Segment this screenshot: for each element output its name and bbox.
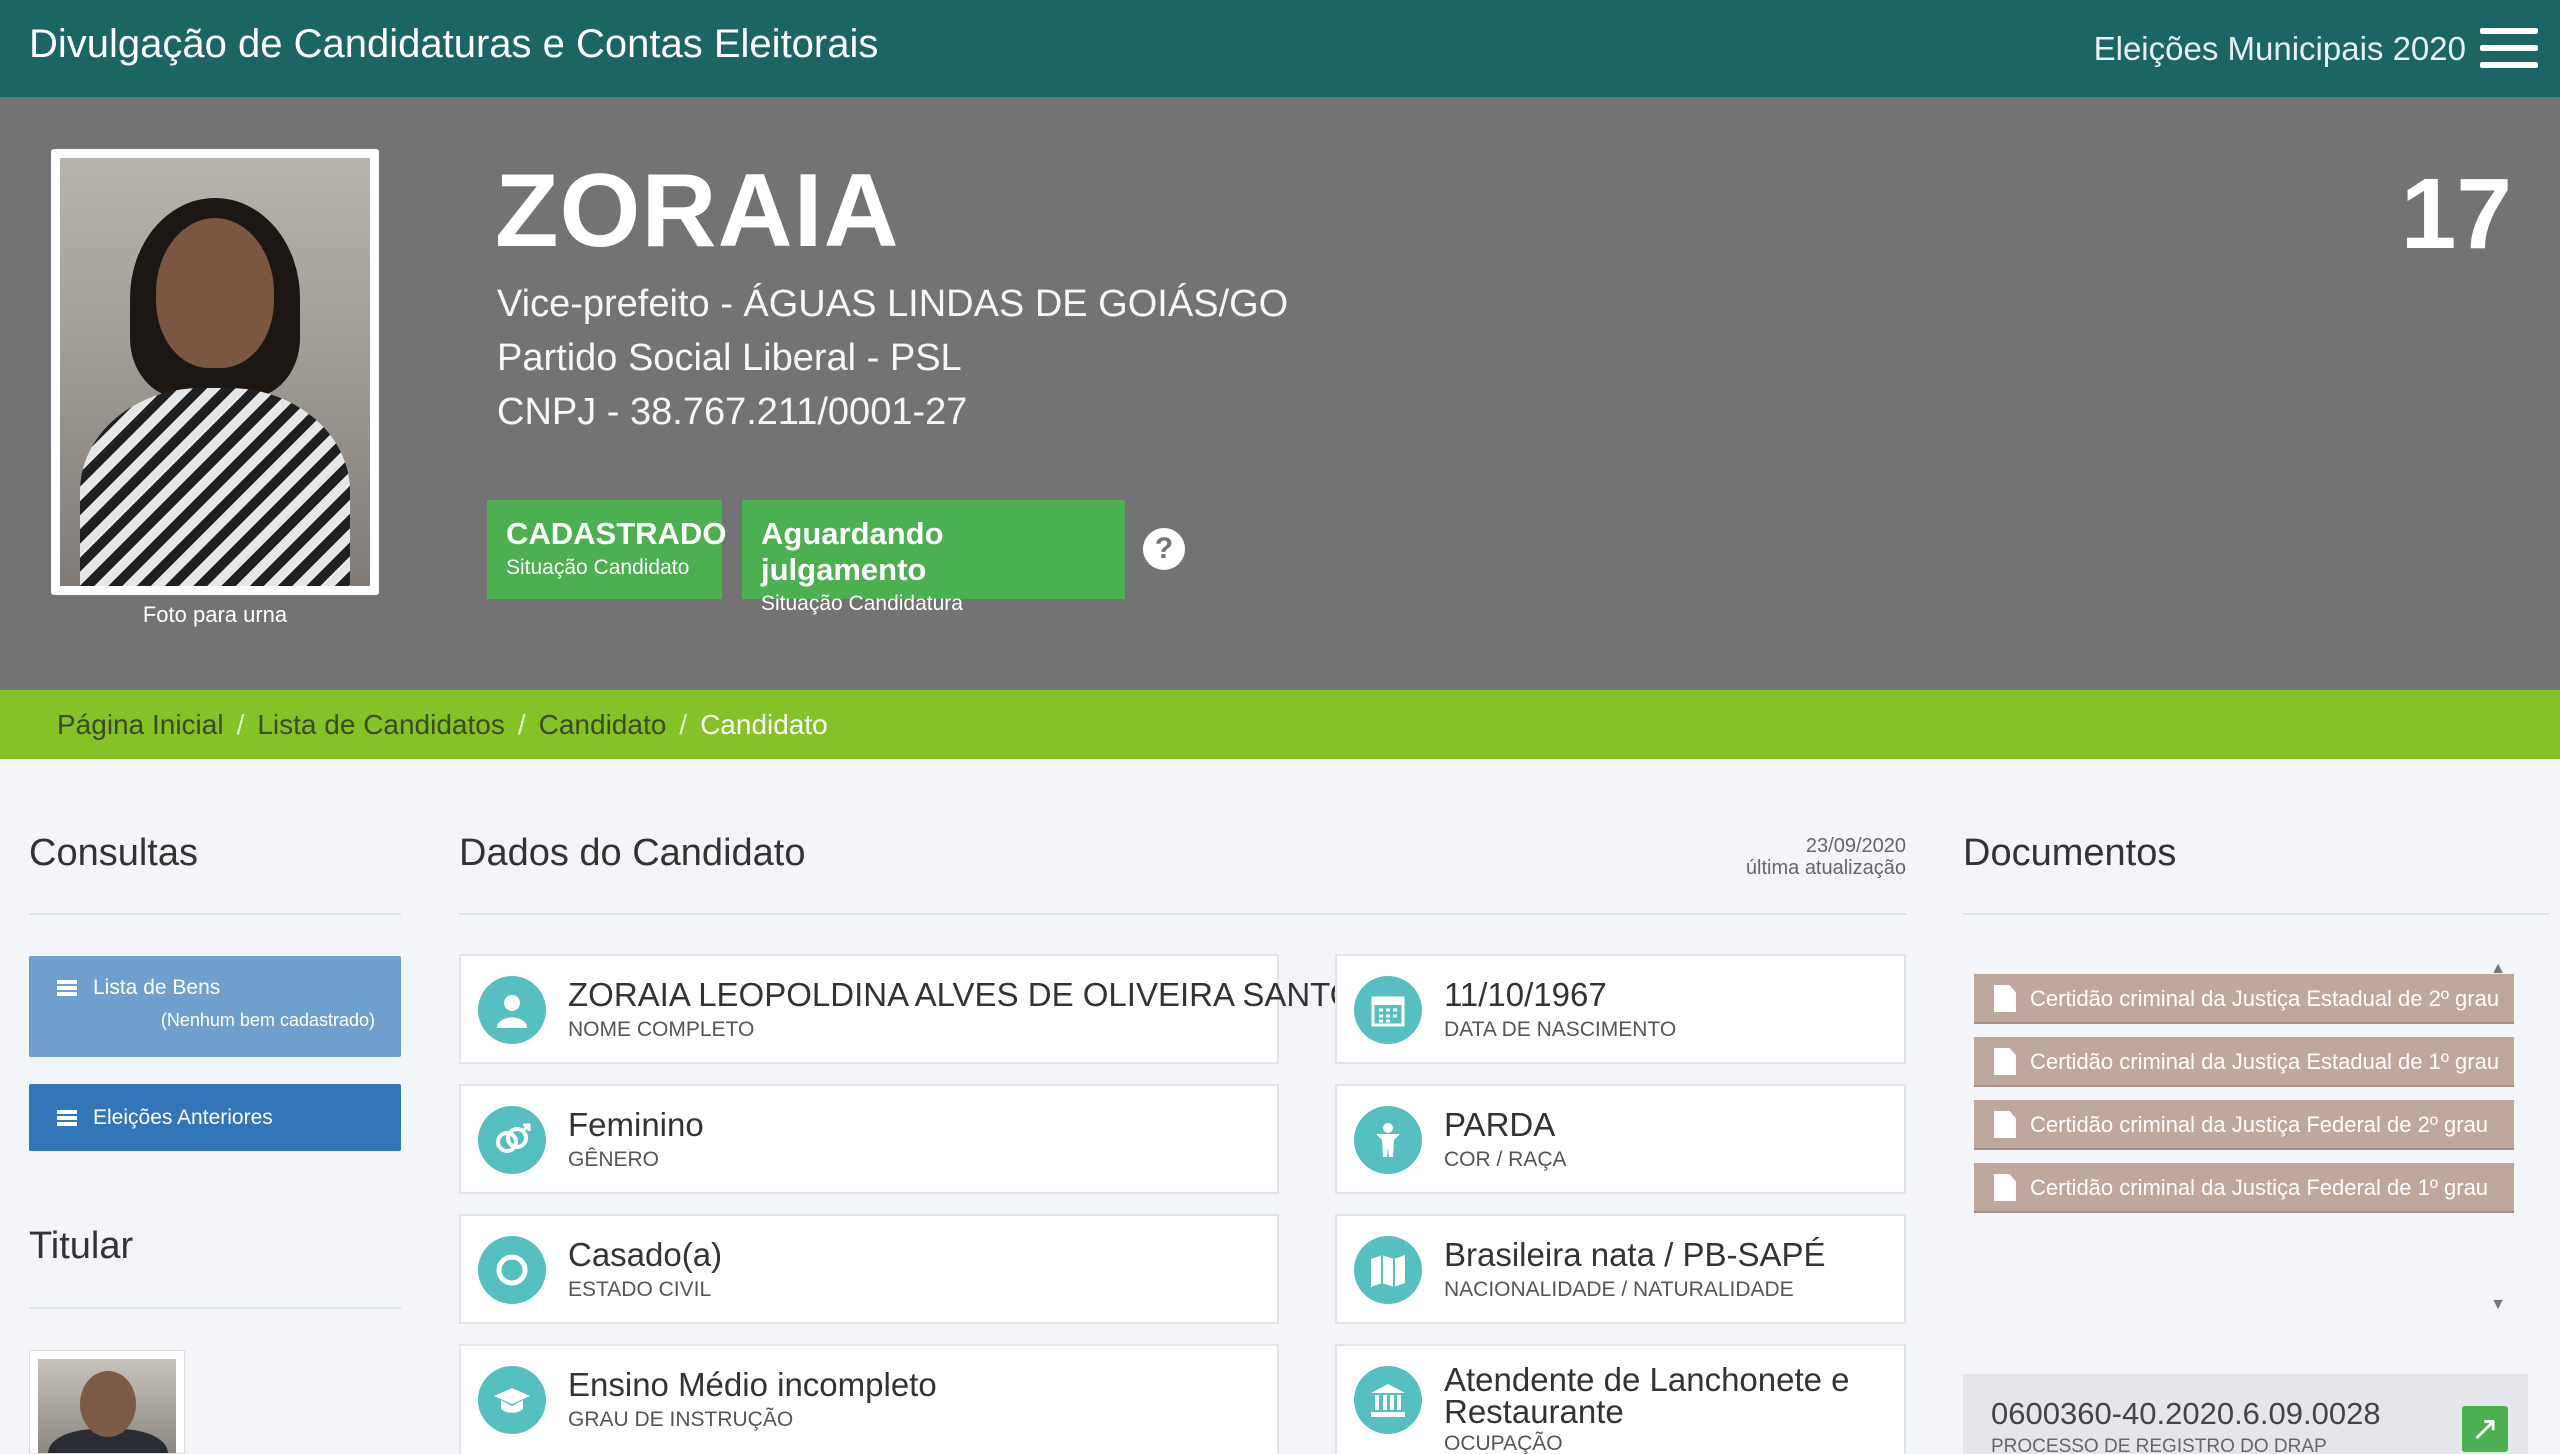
field-marital-status: Casado(a) ESTADO CIVIL	[459, 1214, 1279, 1324]
file-icon	[1994, 1111, 2016, 1138]
drap-number: 0600360-40.2020.6.09.0028	[1991, 1396, 2381, 1431]
last-updated-date: 23/09/2020	[1805, 835, 1906, 857]
file-icon	[1994, 1048, 2016, 1075]
candidate-cnpj: CNPJ - 38.767.211/0001-27	[497, 391, 968, 433]
graduation-cap-icon	[478, 1366, 546, 1434]
field-education: Ensino Médio incompleto GRAU DE INSTRUÇÃ…	[459, 1344, 1279, 1454]
divider	[459, 913, 1906, 915]
titular-title: Titular	[29, 1225, 134, 1267]
ring-icon	[478, 1236, 546, 1304]
document-item[interactable]: Certidão criminal da Justiça Federal de …	[1974, 1163, 2514, 1213]
field-full-name: ZORAIA LEOPOLDINA ALVES DE OLIVEIRA SANT…	[459, 954, 1377, 1064]
candidate-party: Partido Social Liberal - PSL	[497, 337, 962, 379]
lista-de-bens-button[interactable]: Lista de Bens (Nenhum bem cadastrado)	[29, 956, 401, 1057]
calendar-icon	[1354, 976, 1422, 1044]
app-title[interactable]: Divulgação de Candidaturas e Contas Elei…	[29, 22, 878, 67]
drap-process: 0600360-40.2020.6.09.0028 PROCESSO DE RE…	[1963, 1374, 2528, 1454]
field-birth-date: 11/10/1967 DATA DE NASCIMENTO	[1335, 954, 1906, 1064]
breadcrumb-candidate[interactable]: Candidato	[539, 709, 667, 740]
status-badge-candidacy: Aguardando julgamento Situação Candidatu…	[742, 500, 1125, 615]
person-icon	[478, 976, 546, 1044]
file-icon	[1994, 985, 2016, 1012]
document-item[interactable]: Certidão criminal da Justiça Estadual de…	[1974, 974, 2514, 1024]
candidate-number: 17	[2400, 158, 2512, 270]
document-item[interactable]: Certidão criminal da Justiça Federal de …	[1974, 1100, 2514, 1150]
file-icon	[1994, 1174, 2016, 1201]
last-updated: 23/09/2020 última atualização	[1746, 835, 1906, 879]
breadcrumb: Página Inicial / Lista de Candidatos / Candi…	[0, 690, 2560, 759]
field-race: PARDA COR / RAÇA	[1335, 1084, 1906, 1194]
field-nationality: Brasileira nata / PB-SAPÉ NACIONALIDADE …	[1335, 1214, 1906, 1324]
documents-list: Certidão criminal da Justiça Estadual de…	[1966, 960, 2528, 1320]
candidate-photo	[51, 149, 379, 595]
status-candidate-label: Situação Candidato	[506, 556, 690, 579]
candidate-photo-image	[60, 158, 370, 586]
help-icon[interactable]: ?	[1143, 528, 1185, 570]
document-item[interactable]: Certidão criminal da Justiça Estadual de…	[1974, 1037, 2514, 1087]
list-icon	[57, 980, 77, 997]
last-updated-label: última atualização	[1745, 857, 1906, 879]
lista-de-bens-label: Lista de Bens	[93, 976, 221, 999]
eleicoes-anteriores-label: Eleições Anteriores	[93, 1106, 273, 1129]
breadcrumb-current: Candidato	[700, 709, 828, 740]
documentos-title: Documentos	[1963, 832, 2177, 874]
top-bar: Divulgação de Candidaturas e Contas Elei…	[0, 0, 2560, 97]
divider	[29, 1307, 401, 1309]
external-link-icon[interactable]: ↗	[2462, 1406, 2508, 1452]
status-candidacy-value: Aguardando julgamento	[761, 516, 944, 587]
dados-title: Dados do Candidato	[459, 832, 806, 874]
titular-photo[interactable]	[29, 1350, 185, 1454]
consultas-title: Consultas	[29, 832, 198, 874]
status-candidate-value: CADASTRADO	[506, 516, 727, 551]
breadcrumb-candidate-list[interactable]: Lista de Candidatos	[257, 709, 505, 740]
divider	[29, 913, 401, 915]
photo-caption: Foto para urna	[142, 602, 288, 627]
field-occupation: Atendente de Lanchonete e Restaurante OC…	[1335, 1344, 1906, 1454]
candidate-header: Foto para urna ZORAIA 17 Vice-prefeito -…	[0, 97, 2560, 690]
scroll-up-arrow-icon[interactable]: ▲	[2490, 960, 2506, 978]
field-gender: Feminino GÊNERO	[459, 1084, 1279, 1194]
divider	[1963, 913, 2549, 915]
candidate-name: ZORAIA	[495, 153, 900, 269]
figure-icon	[1354, 1106, 1422, 1174]
candidate-office: Vice-prefeito - ÁGUAS LINDAS DE GOIÁS/GO	[497, 283, 1289, 325]
drap-label: PROCESSO DE REGISTRO DO DRAP	[1991, 1436, 2327, 1454]
eleicoes-anteriores-button[interactable]: Eleições Anteriores	[29, 1084, 401, 1151]
list-icon	[57, 1110, 77, 1127]
lista-de-bens-sub: (Nenhum bem cadastrado)	[160, 1010, 375, 1030]
hamburger-menu-icon[interactable]	[2480, 28, 2538, 68]
building-icon	[1354, 1366, 1422, 1434]
breadcrumb-home[interactable]: Página Inicial	[57, 709, 224, 740]
map-icon	[1354, 1236, 1422, 1304]
status-badge-candidate: CADASTRADO Situação Candidato	[487, 500, 727, 599]
scroll-down-arrow-icon[interactable]: ▼	[2490, 1296, 2506, 1314]
gender-icon	[478, 1106, 546, 1174]
election-label: Eleições Municipais 2020	[2093, 30, 2466, 67]
status-candidacy-label: Situação Candidatura	[761, 592, 963, 615]
